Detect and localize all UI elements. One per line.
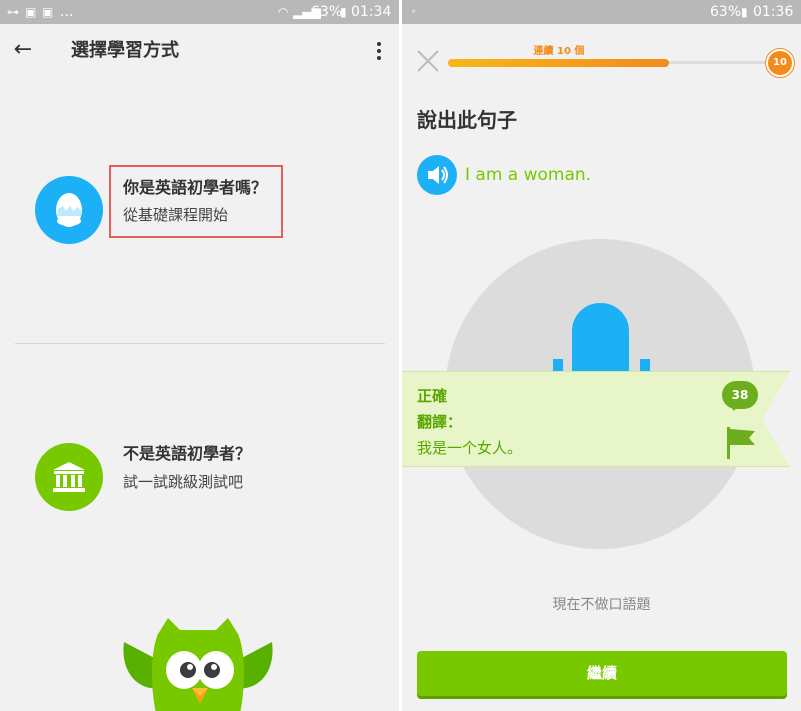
highlight-box [109, 165, 283, 238]
battery-percent: 63% [710, 4, 742, 20]
owl-mascot [118, 612, 278, 711]
speaker-icon[interactable] [417, 155, 457, 195]
notification-dot-icon: • [410, 5, 418, 19]
option-divider [15, 343, 385, 344]
placement-option-title: 不是英語初學者？ [123, 444, 252, 463]
status-bar: • 63% ▮ 01:36 [402, 0, 801, 24]
continue-button[interactable]: 繼續 [417, 651, 787, 696]
wifi-icon: ◠ [278, 5, 289, 19]
status-more: ... [60, 4, 74, 20]
streak-badge: 10 [766, 49, 794, 77]
egg-icon [35, 176, 103, 244]
battery-icon: ▮ [340, 5, 347, 19]
banner-notch [762, 371, 790, 467]
streak-label: 連續 10 個 [533, 46, 585, 57]
learning-method-screen: ⊶ ▣ ▣ ... ◠ ▂▄▆ 63% ▮ 01:34 ← 選擇學習方式 你是英… [0, 0, 399, 711]
lesson-progress-fill [448, 59, 669, 67]
battery-percent: 63% [311, 4, 343, 20]
image-icon: ▣ [25, 5, 37, 19]
translation-text: 我是一个女人。 [417, 439, 523, 457]
status-bar: ⊶ ▣ ▣ ... ◠ ▂▄▆ 63% ▮ 01:34 [0, 0, 399, 24]
back-arrow-icon[interactable]: ← [10, 38, 36, 64]
key-icon: ⊶ [7, 5, 19, 19]
battery-icon: ▮ [741, 5, 748, 19]
briefcase-icon: ▣ [42, 5, 54, 19]
result-status: 正確 [417, 387, 448, 405]
flag-icon[interactable] [725, 425, 759, 461]
placement-option-subtitle: 試一試跳級測試吧 [123, 473, 244, 491]
status-time: 01:36 [753, 4, 794, 20]
page-title: 選擇學習方式 [71, 40, 179, 61]
status-time: 01:34 [351, 4, 392, 20]
speaking-exercise-screen: • 63% ▮ 01:36 連續 10 個 10 說出此句子 I am a wo… [402, 0, 801, 711]
close-icon[interactable] [417, 50, 439, 72]
comment-bubble-tail [728, 403, 740, 411]
more-vert-icon[interactable] [368, 38, 390, 64]
cant-speak-link[interactable]: 現在不做口語題 [402, 596, 801, 614]
translation-label: 翻譯： [417, 413, 463, 431]
building-icon [35, 443, 103, 511]
exercise-heading: 說出此句子 [417, 108, 517, 132]
prompt-sentence: I am a woman. [465, 165, 592, 185]
